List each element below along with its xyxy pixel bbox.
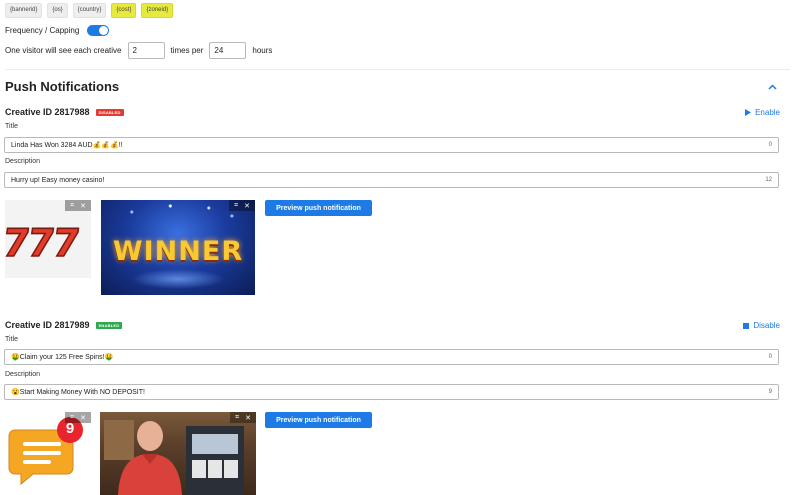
title-field[interactable]: 🤑Claim your 125 Free Spins!🤑 0 <box>4 349 779 365</box>
character-counter: 9 <box>768 389 772 395</box>
macro-tag-list: {bannerid} {os} {country} {cost} {zoneid… <box>5 3 174 18</box>
message-notification-icon <box>8 417 83 486</box>
character-counter: 12 <box>765 177 772 183</box>
casino-winner-photo <box>104 420 244 495</box>
times-input[interactable]: 2 <box>127 42 165 59</box>
winner-banner-text: WINNER <box>112 236 244 267</box>
macro-tag-cost[interactable]: {cost} <box>111 3 137 18</box>
creative-header: Creative ID 2817989 ENABLED <box>5 320 123 330</box>
description-field[interactable]: 😮Start Making Money With NO DEPOSIT! 9 <box>4 384 779 400</box>
hours-input[interactable]: 24 <box>209 42 247 59</box>
macro-tag-bannerid[interactable]: {bannerid} <box>5 3 43 18</box>
title-label: Title <box>5 123 18 130</box>
description-label: Description <box>5 158 41 165</box>
close-icon[interactable]: ✕ <box>245 414 251 422</box>
image-toolbar: ⌗ ✕ <box>230 412 256 423</box>
times-per-label: times per <box>170 46 204 55</box>
description-value: 😮Start Making Money With NO DEPOSIT! <box>11 389 145 396</box>
sparkle-decoration <box>101 200 255 240</box>
icon-image-thumbnail: ⌗ ✕ 9 <box>5 412 91 495</box>
capping-settings-row: One visitor will see each creative 2 tim… <box>5 42 272 59</box>
section-title: Push Notifications <box>5 79 120 94</box>
notification-count-badge: 9 <box>65 420 75 437</box>
section-divider <box>5 69 790 70</box>
enable-label: Enable <box>755 108 780 117</box>
character-counter: 0 <box>768 354 772 360</box>
stage-light <box>131 269 225 289</box>
crop-icon[interactable]: ⌗ <box>235 414 239 422</box>
description-label: Description <box>5 371 41 378</box>
hours-label: hours <box>252 46 273 55</box>
status-badge: DISABLED <box>95 108 124 116</box>
777-slot-icon: 7 7 7 <box>5 221 83 266</box>
status-badge: ENABLED <box>95 321 123 329</box>
title-label: Title <box>5 336 18 343</box>
stop-icon <box>743 322 750 329</box>
title-value: Linda Has Won 3284 AUD💰💰💰!! <box>11 142 123 149</box>
macro-tag-country[interactable]: {country} <box>72 3 107 18</box>
creative-id: Creative ID 2817989 <box>5 320 90 330</box>
preview-push-button[interactable]: Preview push notification <box>265 200 372 216</box>
icon-image-thumbnail: ⌗ ✕ 7 7 7 <box>5 200 91 278</box>
svg-text:7: 7 <box>50 222 83 266</box>
close-icon[interactable]: ✕ <box>80 202 86 210</box>
capping-sentence-prefix: One visitor will see each creative <box>5 46 122 55</box>
frequency-capping-toggle[interactable] <box>87 25 110 36</box>
macro-tag-zoneid[interactable]: {zoneid} <box>141 3 174 18</box>
title-value: 🤑Claim your 125 Free Spins!🤑 <box>11 354 114 361</box>
play-icon <box>745 109 752 116</box>
description-field[interactable]: Hurry up! Easy money casino! 12 <box>4 172 779 188</box>
frequency-capping-row: Frequency / Capping <box>5 25 110 36</box>
enable-link[interactable]: Enable <box>745 108 780 117</box>
main-image-thumbnail: ⌗ ✕ WINNER <box>101 200 255 295</box>
preview-push-button[interactable]: Preview push notification <box>265 412 372 428</box>
disable-link[interactable]: Disable <box>743 321 780 330</box>
chevron-up-icon[interactable] <box>768 82 777 92</box>
toggle-knob <box>99 26 109 35</box>
creative-header: Creative ID 2817988 DISABLED <box>5 107 124 117</box>
crop-icon[interactable]: ⌗ <box>70 202 74 210</box>
main-image-thumbnail: ⌗ ✕ <box>100 412 256 495</box>
macro-tag-os[interactable]: {os} <box>47 3 68 18</box>
character-counter: 0 <box>768 142 772 148</box>
image-toolbar: ⌗ ✕ <box>65 200 91 211</box>
title-field[interactable]: Linda Has Won 3284 AUD💰💰💰!! 0 <box>4 137 779 153</box>
disable-label: Disable <box>753 321 780 330</box>
description-value: Hurry up! Easy money casino! <box>11 176 105 184</box>
close-icon[interactable]: ✕ <box>80 414 86 422</box>
frequency-capping-label: Frequency / Capping <box>5 26 80 35</box>
creative-id: Creative ID 2817988 <box>5 107 90 117</box>
